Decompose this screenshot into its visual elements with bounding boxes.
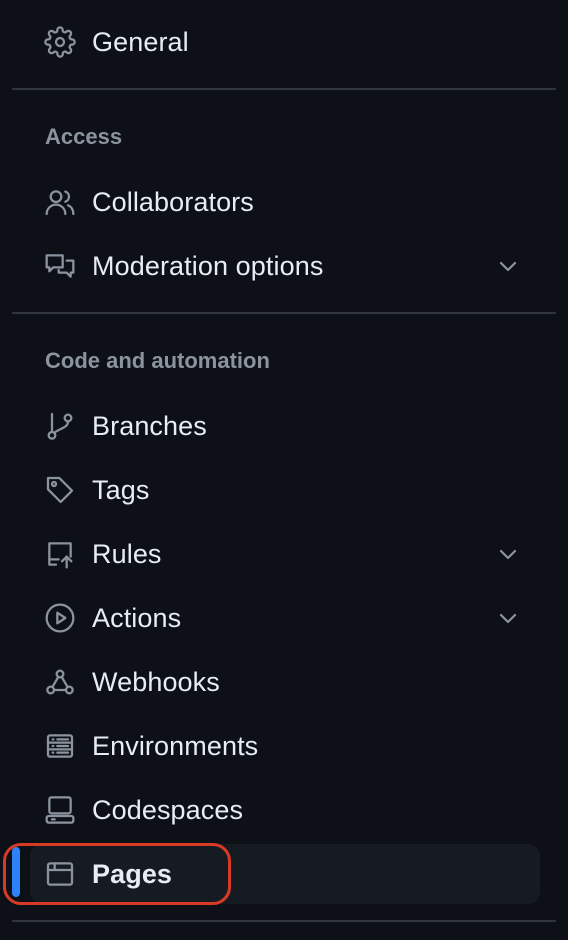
section-title-access: Access bbox=[45, 124, 123, 149]
sidebar-item-label: Pages bbox=[92, 858, 173, 889]
sidebar-item-general[interactable]: General bbox=[30, 12, 540, 72]
sidebar-item-tags[interactable]: Tags bbox=[30, 460, 540, 520]
sidebar-item-label: Moderation options bbox=[92, 250, 324, 281]
settings-sidebar: General Access Collaborators Moderation … bbox=[0, 0, 568, 940]
section-divider bbox=[12, 920, 556, 922]
chevron-down-icon[interactable] bbox=[496, 542, 520, 566]
chevron-down-icon[interactable] bbox=[496, 254, 520, 278]
active-indicator bbox=[12, 847, 20, 897]
browser-icon bbox=[44, 858, 76, 890]
people-icon bbox=[44, 186, 76, 218]
sidebar-item-label: Tags bbox=[92, 474, 150, 505]
sidebar-item-label: Rules bbox=[92, 538, 162, 569]
sidebar-item-webhooks[interactable]: Webhooks bbox=[30, 652, 540, 712]
sidebar-item-rules[interactable]: Rules bbox=[30, 524, 540, 584]
sidebar-item-label: Branches bbox=[92, 410, 207, 441]
sidebar-item-label: Environments bbox=[92, 730, 259, 761]
section-divider bbox=[12, 88, 556, 90]
play-icon bbox=[44, 602, 76, 634]
webhook-icon bbox=[44, 666, 76, 698]
server-icon bbox=[44, 730, 76, 762]
sidebar-item-label: Collaborators bbox=[92, 186, 254, 217]
sidebar-item-label: Codespaces bbox=[92, 794, 244, 825]
gear-icon bbox=[44, 26, 76, 58]
sidebar-item-pages[interactable]: Pages bbox=[30, 844, 540, 904]
sidebar-item-branches[interactable]: Branches bbox=[30, 396, 540, 456]
section-title-code-and-automation: Code and automation bbox=[45, 348, 270, 373]
sidebar-item-label: General bbox=[92, 26, 189, 57]
sidebar-item-environments[interactable]: Environments bbox=[30, 716, 540, 776]
repo-push-icon bbox=[44, 538, 76, 570]
chevron-down-icon[interactable] bbox=[496, 606, 520, 630]
sidebar-item-label: Webhooks bbox=[92, 666, 220, 697]
tag-icon bbox=[44, 474, 76, 506]
sidebar-item-actions[interactable]: Actions bbox=[30, 588, 540, 648]
section-divider bbox=[12, 312, 556, 314]
codespaces-icon bbox=[44, 794, 76, 826]
sidebar-item-moderation-options[interactable]: Moderation options bbox=[30, 236, 540, 296]
sidebar-item-label: Actions bbox=[92, 602, 182, 633]
comment-discussion-icon bbox=[44, 250, 76, 282]
git-branch-icon bbox=[44, 410, 76, 442]
sidebar-item-codespaces[interactable]: Codespaces bbox=[30, 780, 540, 840]
sidebar-item-collaborators[interactable]: Collaborators bbox=[30, 172, 540, 232]
